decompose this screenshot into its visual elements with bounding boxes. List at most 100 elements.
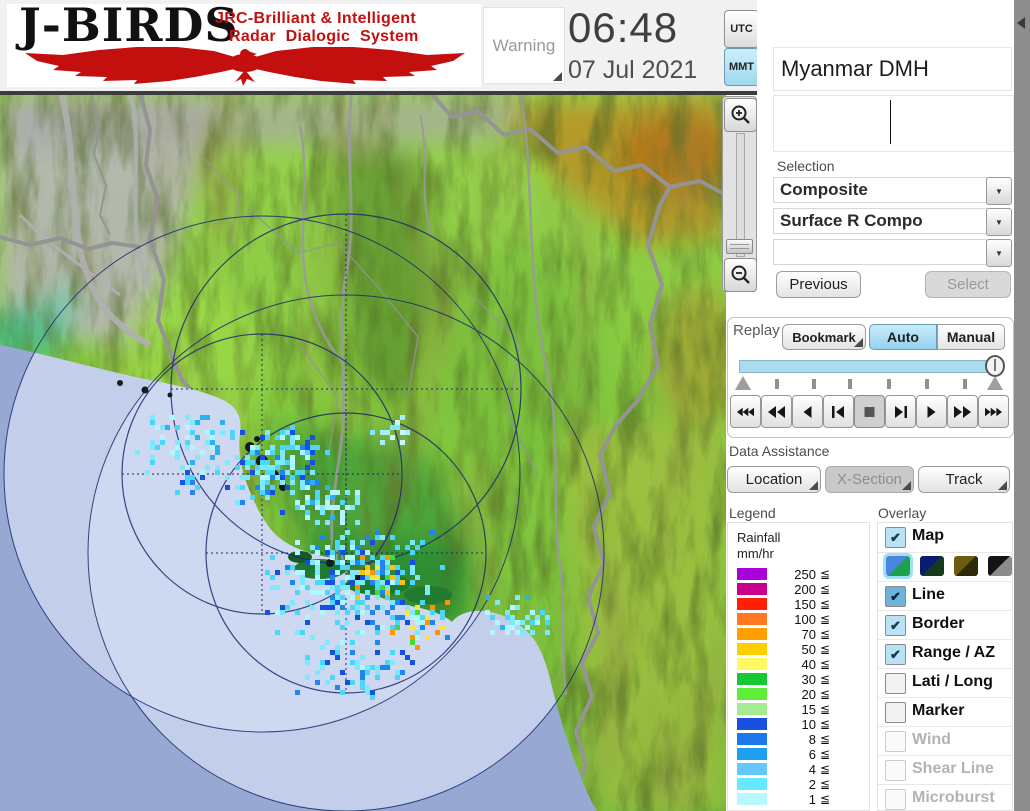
chevron-down-icon[interactable]: ▼ [986, 239, 1012, 267]
legend-value: 200 [794, 582, 816, 597]
logo-subtitle-1: JRC-Brilliant & Intelligent [215, 10, 416, 27]
legend-swatch [737, 703, 767, 715]
legend-value: 4 [808, 762, 816, 777]
legend-value: 8 [808, 732, 816, 747]
collapse-panel-icon[interactable] [1017, 17, 1025, 29]
replay-slider-track[interactable] [739, 360, 1002, 373]
map-style-row[interactable] [878, 552, 1012, 581]
legend-suffix: ≦ [820, 627, 831, 641]
auto-button[interactable]: Auto [869, 324, 937, 350]
forward-fastest-button[interactable] [978, 395, 1009, 428]
legend-swatch [737, 628, 767, 640]
checkbox[interactable]: ✔ [885, 760, 906, 781]
legend-swatch [737, 568, 767, 580]
previous-button[interactable]: Previous [776, 271, 861, 298]
legend-swatch [737, 658, 767, 670]
checkbox[interactable]: ✔ [885, 586, 906, 607]
legend-row: 100 ≦ [728, 612, 869, 627]
checkbox[interactable]: ✔ [885, 789, 906, 810]
legend-row: 40 ≦ [728, 657, 869, 672]
chevron-down-icon[interactable]: ▼ [986, 208, 1012, 236]
overlay-row-marker[interactable]: ✔ Marker [878, 697, 1012, 726]
overlay-row-lati-long[interactable]: ✔ Lati / Long [878, 668, 1012, 697]
zoom-in-button[interactable] [724, 98, 757, 132]
step-back-button[interactable] [823, 395, 854, 428]
station-name: Myanmar DMH [773, 47, 1012, 91]
legend-suffix: ≦ [820, 762, 831, 776]
legend-value: 70 [801, 627, 816, 642]
checkbox[interactable]: ✔ [885, 673, 906, 694]
chevron-down-icon[interactable]: ▼ [986, 177, 1012, 205]
overlay-row-line[interactable]: ✔ Line [878, 581, 1012, 610]
mmt-toggle-button[interactable]: MMT [724, 48, 759, 86]
manual-button[interactable]: Manual [937, 324, 1005, 350]
track-button[interactable]: Track [918, 466, 1010, 493]
map-style-swatch-2[interactable] [954, 556, 978, 576]
dropdown-category-value[interactable]: Composite [773, 177, 987, 203]
bookmark-button[interactable]: Bookmark [782, 324, 866, 350]
legend-unit-1: Rainfall [737, 530, 781, 545]
dropdown-product[interactable]: Surface R Compo ▼ [773, 208, 1012, 236]
rewind-fast-button[interactable] [761, 395, 792, 428]
play-button[interactable] [916, 395, 947, 428]
legend-swatch [737, 688, 767, 700]
legend-value: 20 [801, 687, 816, 702]
dropdown-category[interactable]: Composite ▼ [773, 177, 1012, 205]
legend-swatch [737, 793, 767, 805]
overlay-row-shear-line[interactable]: ✔ Shear Line [878, 755, 1012, 784]
overlay-row-border[interactable]: ✔ Border [878, 610, 1012, 639]
warning-button[interactable]: Warning [483, 7, 565, 84]
slider-tick [848, 379, 852, 389]
legend-value: 150 [794, 597, 816, 612]
legend-row: 150 ≦ [728, 597, 869, 612]
forward-fast-button[interactable] [947, 395, 978, 428]
legend-row: 250 ≦ [728, 567, 869, 582]
checkbox[interactable]: ✔ [885, 644, 906, 665]
location-button[interactable]: Location [727, 466, 821, 493]
legend-row: 200 ≦ [728, 582, 869, 597]
legend-suffix: ≦ [820, 612, 831, 626]
dropdown-product-value[interactable]: Surface R Compo [773, 208, 987, 234]
legend-value: 2 [808, 777, 816, 792]
dropdown-extra-value[interactable] [773, 239, 987, 265]
dropdown-extra[interactable]: ▼ [773, 239, 1012, 267]
legend-suffix: ≦ [820, 747, 831, 761]
legend-suffix: ≦ [820, 657, 831, 671]
legend-swatch [737, 643, 767, 655]
overlay-row-range-az[interactable]: ✔ Range / AZ [878, 639, 1012, 668]
slider-tick [887, 379, 891, 389]
slider-end-marker[interactable] [987, 376, 1003, 390]
legend-suffix: ≦ [820, 582, 831, 596]
map-style-swatch-0[interactable] [886, 556, 910, 576]
zoom-out-button[interactable] [724, 258, 757, 292]
overlay-item-label: Shear Line [912, 760, 994, 777]
checkbox[interactable]: ✔ [885, 527, 906, 548]
overlay-row-map[interactable]: ✔ Map [878, 523, 1012, 551]
slider-tick [963, 379, 967, 389]
stop-button[interactable] [854, 395, 885, 428]
station-display-area[interactable] [773, 95, 1014, 152]
radar-map[interactable] [0, 95, 726, 811]
logo-title: J-BIRDS [19, 0, 239, 52]
map-style-swatch-1[interactable] [920, 556, 944, 576]
play-reverse-button[interactable] [792, 395, 823, 428]
rewind-fastest-button[interactable] [730, 395, 761, 428]
checkbox[interactable]: ✔ [885, 702, 906, 723]
panel-scroll-strip[interactable] [1014, 0, 1030, 811]
map-style-swatch-3[interactable] [988, 556, 1012, 576]
step-forward-button[interactable] [885, 395, 916, 428]
legend-swatch [737, 598, 767, 610]
checkbox[interactable]: ✔ [885, 731, 906, 752]
legend-row: 4 ≦ [728, 762, 869, 777]
legend-row: 8 ≦ [728, 732, 869, 747]
replay-slider-handle[interactable] [985, 355, 1005, 377]
utc-toggle-button[interactable]: UTC [724, 10, 759, 48]
zoom-slider-handle[interactable] [726, 239, 753, 254]
xsection-button: X-Section [825, 466, 914, 493]
slider-start-marker[interactable] [735, 376, 751, 390]
overlay-row-microburst[interactable]: ✔ Microburst [878, 784, 1012, 810]
overlay-row-wind[interactable]: ✔ Wind [878, 726, 1012, 755]
legend-row: 2 ≦ [728, 777, 869, 792]
checkbox[interactable]: ✔ [885, 615, 906, 636]
legend-row: 20 ≦ [728, 687, 869, 702]
